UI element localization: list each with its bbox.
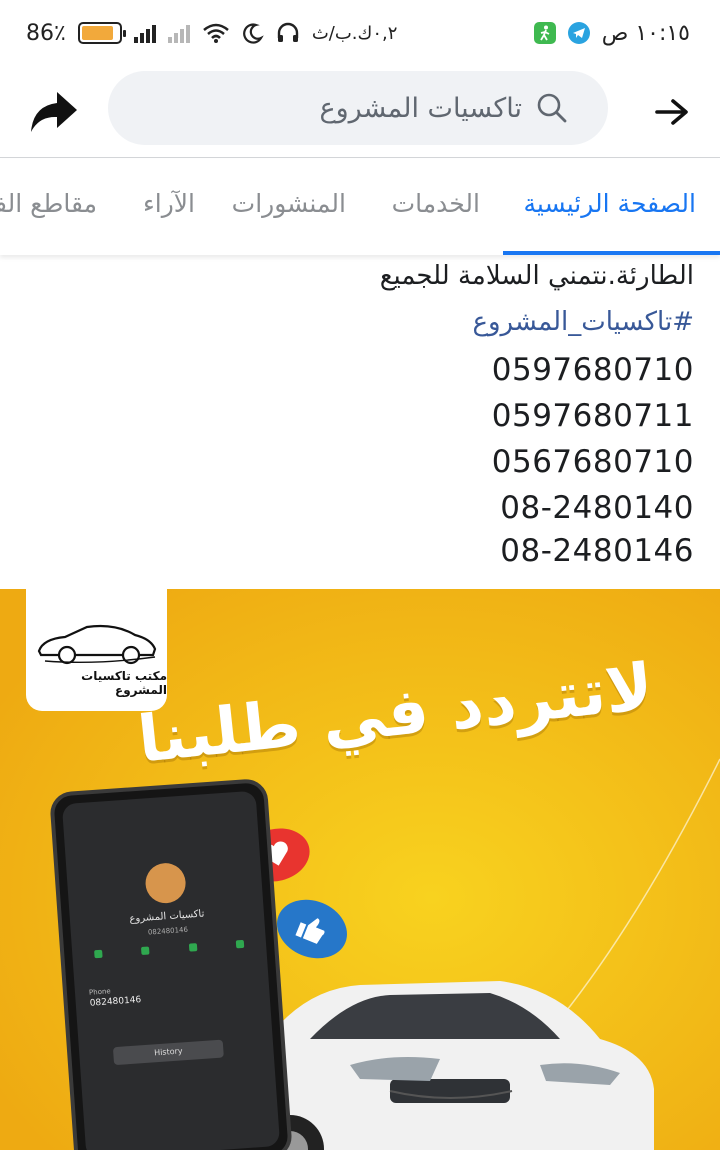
- logo-text: مكتب تاكسيات المشروع: [81, 669, 167, 697]
- post-body: الطارئة.نتمني السلامة للجميع #تاكسيات_ال…: [0, 255, 720, 589]
- clock: ١٠:١٥ ص: [601, 20, 690, 46]
- wifi-icon: [203, 23, 229, 43]
- data-speed: ٠,٢ك.ب/ث: [311, 22, 398, 44]
- contact-avatar: [144, 861, 187, 905]
- phone-mockup: تاكسيات المشروع 082480146 Phone 08248014…: [49, 777, 293, 1150]
- phone-number-5[interactable]: 08-2480146: [500, 533, 694, 569]
- battery-percent: 86٪: [26, 20, 66, 46]
- search-query: تاكسيات المشروع: [319, 92, 522, 124]
- car-logo-icon: [37, 624, 156, 665]
- status-bar-right: ١٠:١٥ ص: [533, 20, 690, 46]
- phone-label: Phone: [88, 987, 111, 997]
- phone-screen: تاكسيات المشروع 082480146 Phone 08248014…: [61, 790, 281, 1150]
- status-bar: 86٪ ٠,٢ك.ب/ث ١٠:١٥ ص: [0, 0, 720, 66]
- tab-reviews[interactable]: الآراء: [143, 189, 195, 218]
- search-input[interactable]: تاكسيات المشروع: [108, 71, 608, 145]
- moon-icon: [242, 23, 264, 44]
- telegram-icon: [567, 22, 590, 44]
- headphones-icon: [277, 22, 299, 42]
- tab-services[interactable]: الخدمات: [392, 189, 480, 218]
- hashtag-link[interactable]: #تاكسيات_المشروع: [472, 307, 694, 337]
- phone-number-display: 082480146: [89, 995, 142, 1009]
- tab-videos[interactable]: مقاطع الفيديو: [0, 189, 97, 218]
- search-icon: [537, 93, 567, 123]
- post-image[interactable]: مكتب تاكسيات المشروع لاتتردد في طلبنا تا…: [0, 589, 720, 1150]
- page-tabs: الصفحة الرئيسية الخدمات المنشورات الآراء…: [0, 159, 720, 255]
- page-header: تاكسيات المشروع: [0, 66, 720, 158]
- tab-home[interactable]: الصفحة الرئيسية: [524, 189, 697, 218]
- logo-card: مكتب تاكسيات المشروع: [26, 589, 167, 711]
- back-button[interactable]: [650, 90, 694, 134]
- signal-2-icon: [167, 23, 190, 43]
- signal-icon: [133, 23, 156, 43]
- phone-number-4[interactable]: 08-2480140: [500, 490, 694, 526]
- battery-icon: [77, 22, 126, 44]
- share-button[interactable]: [26, 84, 82, 140]
- post-text-line: الطارئة.نتمني السلامة للجميع: [379, 261, 694, 291]
- car-image: [250, 981, 654, 1150]
- status-bar-left: 86٪ ٠,٢ك.ب/ث: [26, 21, 397, 46]
- phone-number-1[interactable]: 0597680710: [492, 352, 694, 388]
- phone-number-3[interactable]: 0567680710: [492, 444, 694, 480]
- arrow-right-icon: [655, 98, 688, 125]
- contact-actions: [94, 939, 245, 959]
- share-arrow-icon: [31, 91, 77, 132]
- history-button: History: [112, 1039, 224, 1066]
- tab-posts[interactable]: المنشورات: [232, 189, 346, 218]
- phone-number-2[interactable]: 0597680711: [492, 398, 694, 434]
- walk-app-icon: [533, 22, 556, 44]
